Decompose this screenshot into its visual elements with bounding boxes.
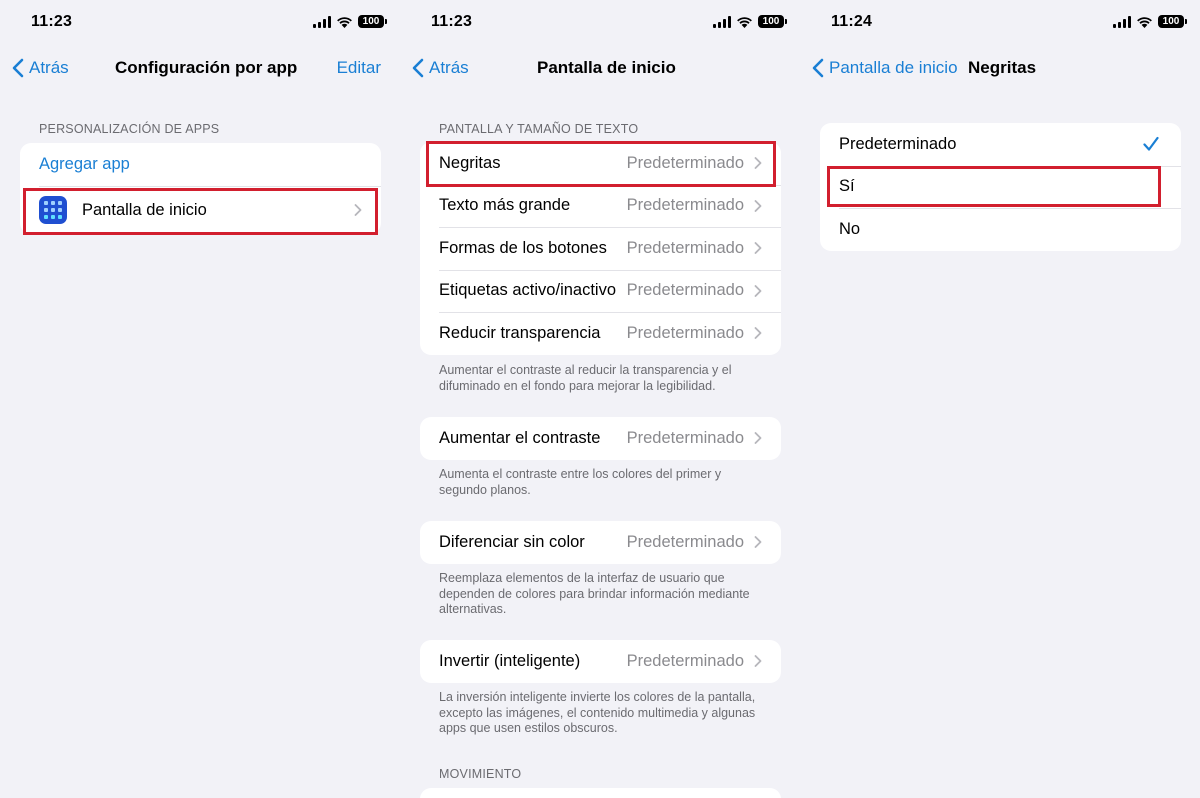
chevron-left-icon (12, 58, 24, 78)
cellular-signal-icon (313, 15, 331, 28)
back-label: Pantalla de inicio (829, 58, 958, 77)
panel-bold-text-options: 11:24 100 Pantalla de inicio Negritas Pr… (800, 0, 1200, 798)
motion-group (420, 788, 781, 798)
page-title: Negritas (968, 58, 1037, 77)
option-no[interactable]: No (820, 208, 1181, 251)
setting-label: Reducir transparencia (439, 323, 601, 342)
cellular-signal-icon (713, 15, 731, 28)
setting-value: Predeterminado (626, 532, 744, 551)
checkmark-icon (1143, 137, 1159, 151)
navigation-bar: Atrás Configuración por app Editar (0, 48, 400, 88)
back-button[interactable]: Atrás (12, 58, 69, 78)
setting-label: Texto más grande (439, 196, 571, 215)
setting-row-differentiate-without-color[interactable]: Diferenciar sin color Predeterminado (420, 521, 781, 564)
setting-row-reduce-transparency[interactable]: Reducir transparencia Predeterminado (420, 312, 781, 355)
battery-icon: 100 (1158, 15, 1187, 28)
contrast-group: Aumentar el contraste Predeterminado (420, 417, 781, 460)
chevron-right-icon (754, 432, 762, 445)
wifi-icon (1137, 16, 1152, 28)
status-time: 11:23 (431, 13, 473, 30)
status-icons: 100 (313, 15, 387, 28)
footer-note: La inversión inteligente invierte los co… (439, 690, 756, 736)
chevron-left-icon (412, 58, 424, 78)
section-header: MOVIMIENTO (439, 767, 522, 781)
navigation-bar: Atrás Pantalla de inicio (400, 48, 800, 88)
status-time: 11:23 (31, 13, 73, 30)
setting-label: Diferenciar sin color (439, 532, 585, 551)
setting-value: Predeterminado (626, 281, 744, 300)
footer-note: Aumentar el contraste al reducir la tran… (439, 363, 732, 393)
highlight-box (827, 166, 1161, 207)
cellular-signal-icon (1113, 15, 1131, 28)
setting-value: Predeterminado (626, 323, 744, 342)
status-bar: 11:23 100 (0, 0, 400, 46)
option-default[interactable]: Predeterminado (820, 123, 1181, 166)
invert-group: Invertir (inteligente) Predeterminado (420, 640, 781, 683)
highlight-box (23, 188, 378, 235)
page-title: Pantalla de inicio (537, 58, 676, 77)
battery-icon: 100 (358, 15, 387, 28)
status-icons: 100 (713, 15, 787, 28)
back-label: Atrás (29, 58, 69, 77)
chevron-right-icon (754, 655, 762, 668)
setting-row-increase-contrast[interactable]: Aumentar el contraste Predeterminado (420, 417, 781, 460)
panel-per-app-settings: 11:23 100 Atrás Configuración por app Ed… (0, 0, 400, 798)
option-label: Predeterminado (839, 134, 957, 153)
back-label: Atrás (429, 58, 469, 77)
chevron-right-icon (754, 199, 762, 212)
chevron-right-icon (754, 536, 762, 549)
option-label: No (839, 219, 861, 238)
chevron-right-icon (754, 284, 762, 297)
differentiate-group: Diferenciar sin color Predeterminado (420, 521, 781, 564)
highlight-box (426, 141, 776, 187)
setting-value: Predeterminado (626, 428, 744, 447)
setting-value: Predeterminado (626, 238, 744, 257)
back-button[interactable]: Atrás (412, 58, 469, 78)
edit-button[interactable]: Editar (337, 58, 381, 78)
setting-value: Predeterminado (626, 651, 744, 670)
setting-value: Predeterminado (626, 196, 744, 215)
chevron-right-icon (754, 242, 762, 255)
chevron-left-icon (812, 58, 824, 78)
status-bar: 11:24 100 (800, 0, 1200, 46)
setting-label: Invertir (inteligente) (439, 651, 581, 670)
navigation-bar: Pantalla de inicio Negritas (800, 48, 1200, 88)
setting-row-on-off-labels[interactable]: Etiquetas activo/inactivo Predeterminado (420, 269, 781, 313)
chevron-right-icon (754, 327, 762, 340)
add-app-label: Agregar app (39, 155, 130, 173)
battery-icon: 100 (758, 15, 787, 28)
wifi-icon (337, 16, 352, 28)
status-time: 11:24 (831, 13, 873, 30)
wifi-icon (737, 16, 752, 28)
section-header: PANTALLA Y TAMAÑO DE TEXTO (439, 122, 639, 136)
setting-row-larger-text[interactable]: Texto más grande Predeterminado (420, 184, 781, 228)
footer-note: Aumenta el contraste entre los colores d… (439, 467, 722, 497)
status-icons: 100 (1113, 15, 1187, 28)
setting-row-smart-invert[interactable]: Invertir (inteligente) Predeterminado (420, 640, 781, 683)
setting-label: Formas de los botones (439, 238, 607, 257)
status-bar: 11:23 100 (400, 0, 800, 46)
add-app-button[interactable]: Agregar app (20, 143, 381, 186)
page-title: Configuración por app (115, 58, 298, 77)
section-header: PERSONALIZACIÓN DE APPS (39, 122, 220, 136)
back-button[interactable]: Pantalla de inicio (812, 58, 958, 78)
footer-note: Reemplaza elementos de la interfaz de us… (439, 571, 750, 617)
setting-row-button-shapes[interactable]: Formas de los botones Predeterminado (420, 227, 781, 270)
setting-label: Aumentar el contraste (439, 428, 601, 447)
panel-home-screen-settings: 11:23 100 Atrás Pantalla de inicio PANTA… (400, 0, 800, 798)
setting-label: Etiquetas activo/inactivo (439, 281, 617, 300)
